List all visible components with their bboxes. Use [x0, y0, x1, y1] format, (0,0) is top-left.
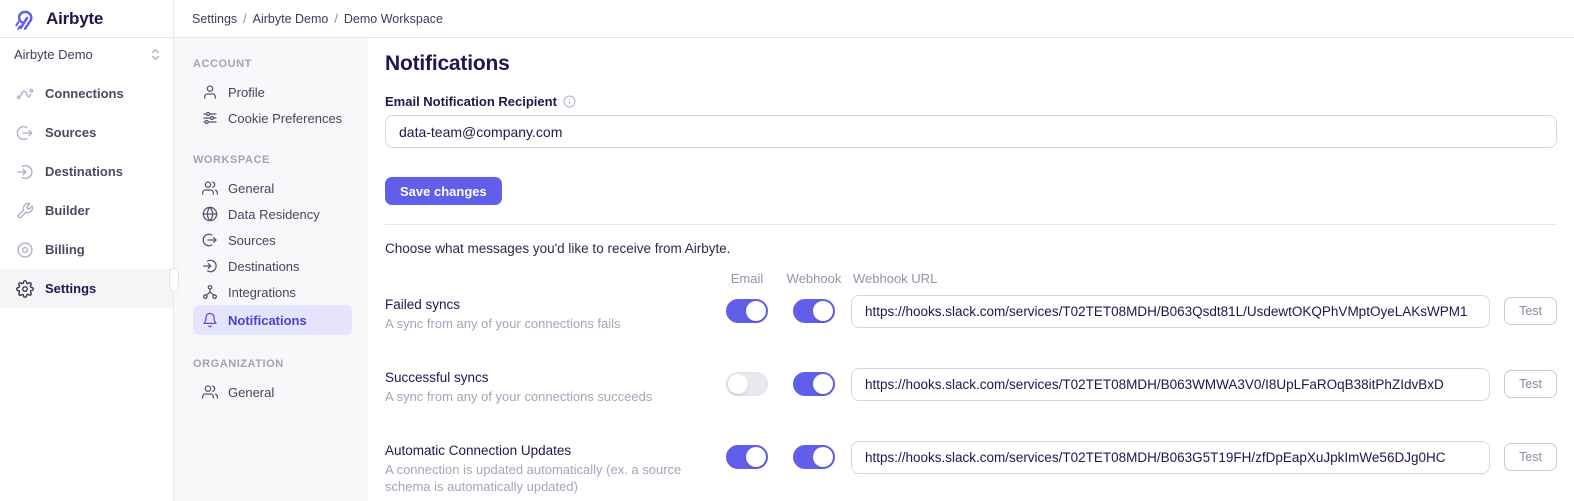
settings-nav-item-notifications[interactable]: Notifications	[193, 305, 352, 335]
section-title: WORKSPACE	[193, 154, 352, 166]
source-icon	[16, 124, 34, 142]
email-recipient-label: Email Notification Recipient	[385, 94, 557, 109]
settings-nav-item-destinations[interactable]: Destinations	[193, 253, 352, 279]
settings-nav-item-label: Notifications	[228, 313, 307, 328]
settings-nav-item-cookie-preferences[interactable]: Cookie Preferences	[193, 105, 352, 131]
workspace-selector[interactable]: Airbyte Demo	[0, 38, 173, 68]
row-title: Successful syncs	[385, 370, 702, 385]
page-title: Notifications	[385, 52, 1557, 76]
breadcrumb-settings[interactable]: Settings	[192, 12, 237, 26]
gear-icon	[16, 280, 34, 298]
settings-nav-item-label: Destinations	[228, 259, 300, 274]
settings-nav-item-label: General	[228, 181, 274, 196]
sliders-icon	[202, 110, 218, 126]
settings-nav-item-label: Integrations	[228, 285, 296, 300]
sidebar-item-label: Builder	[45, 203, 90, 218]
users-icon	[202, 180, 218, 196]
settings-nav-section-workspace: WORKSPACE General Data Residency	[193, 154, 352, 335]
sidebar-item-label: Sources	[45, 125, 96, 140]
test-button[interactable]: Test	[1504, 443, 1557, 471]
row-description: A sync from any of your connections succ…	[385, 388, 702, 405]
settings-nav-item-org-general[interactable]: General	[193, 379, 352, 405]
email-recipient-input[interactable]	[385, 115, 1557, 148]
sidebar-item-sources[interactable]: Sources	[0, 113, 173, 152]
destination-icon	[202, 258, 218, 274]
settings-nav-item-profile[interactable]: Profile	[193, 79, 352, 105]
airbyte-app: Airbyte Settings / Airbyte Demo / Demo W…	[0, 0, 1574, 501]
row-description: A sync from any of your connections fail…	[385, 315, 702, 332]
breadcrumb: Settings / Airbyte Demo / Demo Workspace	[192, 12, 443, 26]
email-toggle[interactable]	[726, 445, 768, 469]
settings-nav-item-sources[interactable]: Sources	[193, 227, 352, 253]
settings-nav-section-account: ACCOUNT Profile Cookie Preferences	[193, 58, 352, 131]
globe-icon	[202, 206, 218, 222]
column-header-email: Email	[731, 271, 764, 295]
column-header-webhook: Webhook	[787, 271, 842, 295]
settings-nav-item-label: Cookie Preferences	[228, 111, 342, 126]
breadcrumb-workspace-org[interactable]: Airbyte Demo	[253, 12, 329, 26]
info-icon[interactable]	[563, 95, 576, 108]
webhook-toggle[interactable]	[793, 445, 835, 469]
bell-icon	[202, 312, 218, 328]
workspace-selector-label: Airbyte Demo	[14, 47, 93, 62]
test-button[interactable]: Test	[1504, 297, 1557, 325]
row-description: A connection is updated automatically (e…	[385, 461, 702, 495]
logo-area: Airbyte	[0, 0, 174, 38]
section-title: ORGANIZATION	[193, 358, 352, 370]
webhook-toggle[interactable]	[793, 299, 835, 323]
sidebar-item-label: Settings	[45, 281, 96, 296]
settings-nav-section-organization: ORGANIZATION General	[193, 358, 352, 405]
email-toggle[interactable]	[726, 299, 768, 323]
settings-nav: ACCOUNT Profile Cookie Preferences	[174, 38, 368, 501]
sidebar-item-builder[interactable]: Builder	[0, 191, 173, 230]
sidebar-item-settings[interactable]: Settings	[0, 269, 173, 308]
breadcrumb-workspace[interactable]: Demo Workspace	[344, 12, 443, 26]
user-icon	[202, 84, 218, 100]
connections-icon	[16, 85, 34, 103]
top-bar: Settings / Airbyte Demo / Demo Workspace	[174, 0, 1574, 38]
sidebar-item-destinations[interactable]: Destinations	[0, 152, 173, 191]
logo-text: Airbyte	[46, 9, 103, 29]
chevron-up-down-icon	[150, 48, 161, 61]
choose-messages-text: Choose what messages you'd like to recei…	[385, 241, 1557, 256]
integrations-icon	[202, 284, 218, 300]
source-icon	[202, 232, 218, 248]
settings-nav-item-data-residency[interactable]: Data Residency	[193, 201, 352, 227]
breadcrumb-separator: /	[243, 12, 246, 26]
row-title: Failed syncs	[385, 297, 702, 312]
breadcrumb-separator: /	[334, 12, 337, 26]
sidebar-item-connections[interactable]: Connections	[0, 74, 173, 113]
users-icon	[202, 384, 218, 400]
save-changes-button[interactable]: Save changes	[385, 177, 502, 205]
webhook-url-input[interactable]	[851, 441, 1490, 474]
sidebar-collapse-handle[interactable]	[169, 268, 179, 292]
column-header-webhook-url: Webhook URL	[851, 271, 937, 295]
email-toggle[interactable]	[726, 372, 768, 396]
webhook-url-input[interactable]	[851, 295, 1490, 328]
airbyte-logo-icon	[13, 6, 39, 32]
settings-nav-item-label: Sources	[228, 233, 276, 248]
settings-nav-item-label: General	[228, 385, 274, 400]
billing-icon	[16, 241, 34, 259]
sidebar-item-billing[interactable]: Billing	[0, 230, 173, 269]
settings-nav-item-general[interactable]: General	[193, 175, 352, 201]
builder-icon	[16, 202, 34, 220]
sidebar-item-label: Destinations	[45, 164, 123, 179]
webhook-url-input[interactable]	[851, 368, 1490, 401]
webhook-toggle[interactable]	[793, 372, 835, 396]
main-sidebar: Airbyte Demo Connections	[0, 38, 174, 501]
main-nav: Connections Sources Destinations	[0, 74, 173, 308]
main-content: Notifications Email Notification Recipie…	[368, 38, 1574, 501]
section-title: ACCOUNT	[193, 58, 352, 70]
destination-icon	[16, 163, 34, 181]
settings-nav-item-integrations[interactable]: Integrations	[193, 279, 352, 305]
test-button[interactable]: Test	[1504, 370, 1557, 398]
sidebar-item-label: Connections	[45, 86, 124, 101]
sidebar-item-label: Billing	[45, 242, 85, 257]
divider	[385, 224, 1557, 225]
row-title: Automatic Connection Updates	[385, 443, 702, 458]
settings-nav-item-label: Data Residency	[228, 207, 320, 222]
settings-nav-item-label: Profile	[228, 85, 265, 100]
notification-settings-table: Email Webhook Webhook URL Failed syncs A…	[385, 271, 1557, 496]
